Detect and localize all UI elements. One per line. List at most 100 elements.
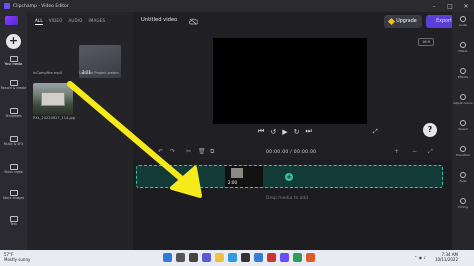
delete-icon[interactable]: 🗑 bbox=[198, 148, 206, 155]
media-tabs: ALL VIDEO AUDIO IMAGES bbox=[35, 18, 105, 25]
zoom-out-icon[interactable]: − bbox=[412, 148, 417, 155]
media-panel: ALL VIDEO AUDIO IMAGES 2:21 InCampfire.m… bbox=[27, 12, 133, 250]
rail-item-label: Text bbox=[10, 222, 17, 226]
system-tray[interactable]: ⌃ ◉ ♪ bbox=[414, 255, 426, 260]
edge-icon[interactable] bbox=[228, 253, 237, 262]
panel-item-label: Fade bbox=[459, 179, 467, 183]
rail-item-label: Stock images bbox=[2, 196, 25, 200]
add-media-button[interactable]: + bbox=[6, 34, 21, 49]
panel-item-label: Timing bbox=[457, 205, 469, 209]
tab-audio[interactable]: AUDIO bbox=[68, 18, 82, 25]
video-title[interactable]: Untitled video bbox=[141, 17, 177, 23]
fullscreen-icon[interactable]: ⤢ bbox=[373, 128, 378, 136]
filters-icon bbox=[460, 42, 466, 48]
panel-item-timing[interactable]: Timing bbox=[452, 198, 474, 209]
task-view-icon[interactable] bbox=[189, 253, 198, 262]
duplicate-icon[interactable]: ⧉ bbox=[210, 148, 214, 156]
add-to-timeline-button[interactable]: + bbox=[285, 173, 293, 181]
rail-item-label: Your media bbox=[4, 62, 23, 66]
weather-widget[interactable]: 57°F Mostly sunny bbox=[4, 252, 30, 262]
rail-item-stock-images[interactable]: Stock images bbox=[0, 190, 27, 201]
app-icon-orange[interactable] bbox=[306, 253, 315, 262]
panel-item-fade[interactable]: Fade bbox=[452, 172, 474, 183]
panel-item-label: Audio bbox=[458, 23, 468, 27]
word-icon[interactable] bbox=[254, 253, 263, 262]
clipchamp-taskbar-icon[interactable] bbox=[280, 253, 289, 262]
panel-item-label: Adjust colors bbox=[453, 101, 473, 105]
system-clock[interactable]: 7:34 AM 10/11/2022 bbox=[435, 252, 458, 262]
minimize-icon[interactable]: – bbox=[426, 0, 442, 12]
clipchamp-app-icon bbox=[4, 3, 10, 9]
media-filename: InCampfire.mp4 bbox=[33, 71, 62, 75]
redo-icon[interactable]: ↷ bbox=[170, 148, 175, 155]
panel-item-effects[interactable]: Effects bbox=[452, 68, 474, 79]
left-navigation-rail: + Your media Record & create Templates M… bbox=[0, 12, 27, 250]
tab-video[interactable]: VIDEO bbox=[49, 18, 63, 25]
tab-all[interactable]: ALL bbox=[35, 18, 43, 25]
timecode: 00:00.00 / 00:00.00 bbox=[266, 150, 317, 155]
gem-icon bbox=[388, 17, 396, 26]
aspect-ratio-button[interactable]: 16:9 bbox=[418, 38, 434, 46]
rail-item-text[interactable]: Text bbox=[0, 216, 27, 227]
audio-icon bbox=[460, 16, 466, 22]
panel-item-audio[interactable]: Audio bbox=[452, 16, 474, 27]
rail-item-your-media[interactable]: Your media bbox=[0, 56, 27, 67]
video-preview bbox=[213, 38, 367, 124]
fit-timeline-icon[interactable]: ⤢ bbox=[428, 148, 433, 156]
panel-item-label: Filters bbox=[458, 49, 468, 53]
tab-images[interactable]: IMAGES bbox=[89, 18, 106, 25]
playback-controls: ⏮ ↺ ▶ ↻ ⏭ bbox=[258, 127, 312, 136]
cloud-sync-icon[interactable] bbox=[189, 18, 198, 25]
panel-item-adjust-colors[interactable]: Adjust colors bbox=[452, 94, 474, 105]
maximize-icon[interactable]: □ bbox=[442, 0, 458, 12]
timeline-clip[interactable]: 2:00 bbox=[225, 166, 263, 187]
rail-item-label: Templates bbox=[5, 114, 22, 118]
speed-icon bbox=[460, 120, 466, 126]
upgrade-label: Upgrade bbox=[396, 19, 417, 24]
app-icon-green[interactable] bbox=[293, 253, 302, 262]
editor-header: Untitled video Upgrade Export bbox=[133, 12, 474, 32]
media-thumbnail-photo[interactable] bbox=[33, 83, 73, 115]
rail-item-label: Record & create bbox=[0, 86, 27, 90]
skip-back-icon[interactable]: ⏮ bbox=[258, 127, 264, 136]
forward-5s-icon[interactable]: ↻ bbox=[294, 128, 300, 136]
media-filename: PXL_20220927_114.jpg bbox=[33, 116, 76, 120]
panel-item-label: Effects bbox=[457, 75, 469, 79]
undo-icon[interactable]: ↶ bbox=[158, 148, 163, 155]
chat-icon[interactable] bbox=[202, 253, 211, 262]
rewind-5s-icon[interactable]: ↺ bbox=[270, 128, 276, 136]
search-icon[interactable] bbox=[176, 253, 185, 262]
start-icon[interactable] bbox=[163, 253, 172, 262]
export-label: Export bbox=[436, 19, 452, 24]
house-image bbox=[41, 92, 65, 106]
drop-media-hint: Drop media to add bbox=[266, 196, 309, 201]
weather-description: Mostly sunny bbox=[4, 257, 31, 262]
close-icon[interactable]: ✕ bbox=[458, 0, 474, 12]
file-explorer-icon[interactable] bbox=[215, 253, 224, 262]
zoom-in-icon[interactable]: + bbox=[394, 148, 399, 155]
play-icon[interactable]: ▶ bbox=[282, 128, 287, 136]
properties-panel: Audio Filters Effects Adjust colors Spee… bbox=[452, 12, 474, 250]
app-icon-red[interactable] bbox=[267, 253, 276, 262]
rail-item-label: Music & SFX bbox=[3, 142, 24, 146]
skip-forward-icon[interactable]: ⏭ bbox=[305, 127, 311, 136]
panel-item-speed[interactable]: Speed bbox=[452, 120, 474, 131]
rail-item-templates[interactable]: Templates bbox=[0, 108, 27, 119]
rail-item-record-create[interactable]: Record & create bbox=[0, 80, 27, 91]
timing-icon bbox=[460, 198, 466, 204]
panel-item-label: Speed bbox=[458, 127, 468, 131]
panel-item-filters[interactable]: Filters bbox=[452, 42, 474, 53]
rail-item-stock-video[interactable]: Stock video bbox=[0, 164, 27, 175]
store-icon[interactable] bbox=[241, 253, 250, 262]
upgrade-button[interactable]: Upgrade bbox=[384, 15, 422, 28]
taskbar-app-icons bbox=[163, 253, 315, 262]
panel-item-transition[interactable]: Transition bbox=[452, 146, 474, 157]
rail-item-music-sfx[interactable]: Music & SFX bbox=[0, 136, 27, 147]
clip-duration: 2:00 bbox=[228, 180, 237, 185]
clip-thumbnail bbox=[231, 168, 243, 178]
panel-item-label: Transition bbox=[455, 153, 471, 157]
help-button[interactable]: ? bbox=[423, 123, 437, 137]
split-icon[interactable]: ✂ bbox=[186, 148, 191, 155]
title-bar: Clipchamp - Video Editor – □ ✕ bbox=[0, 0, 474, 12]
app-window: Clipchamp - Video Editor – □ ✕ + Your me… bbox=[0, 0, 474, 266]
